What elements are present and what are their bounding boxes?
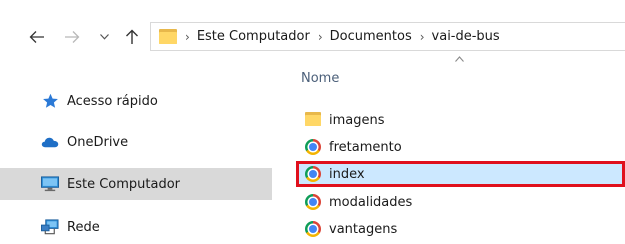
- file-row-imagens[interactable]: imagens: [296, 109, 625, 131]
- folder-icon: [305, 112, 321, 128]
- file-name: fretamento: [329, 139, 402, 155]
- file-name: modalidades: [329, 194, 413, 210]
- sidebar-item-label: Este Computador: [67, 176, 181, 192]
- chevron-down-icon: [99, 34, 109, 40]
- file-row-fretamento[interactable]: fretamento: [296, 136, 625, 158]
- file-row-index[interactable]: index: [296, 161, 625, 187]
- arrow-up-icon: [126, 29, 138, 44]
- address-bar[interactable]: › Este Computador › Documentos › vai-de-…: [150, 22, 625, 51]
- folder-icon: [159, 29, 177, 44]
- breadcrumb-vai-de-bus[interactable]: vai-de-bus: [432, 29, 500, 44]
- chrome-icon: [305, 194, 321, 210]
- arrow-left-icon: [29, 31, 44, 43]
- chrome-icon: [305, 139, 321, 155]
- sidebar-item-label: Rede: [67, 219, 100, 235]
- sort-up-icon: [455, 56, 464, 62]
- cloud-icon: [41, 134, 59, 150]
- arrow-right-icon: [65, 31, 80, 43]
- file-row-modalidades[interactable]: modalidades: [296, 191, 625, 213]
- network-icon: [41, 219, 59, 235]
- sidebar-item-label: Acesso rápido: [67, 93, 158, 109]
- file-name: vantagens: [329, 221, 398, 237]
- forward-button[interactable]: [63, 28, 81, 46]
- breadcrumb-documentos[interactable]: Documentos: [330, 29, 412, 44]
- star-icon: [41, 93, 59, 109]
- file-row-vantagens[interactable]: vantagens: [296, 218, 625, 240]
- chrome-icon: [305, 166, 321, 182]
- chrome-icon: [305, 221, 321, 237]
- breadcrumb-separator: ›: [185, 29, 190, 44]
- sidebar-item-rede[interactable]: Rede: [0, 211, 272, 243]
- sidebar-item-acesso-rapido[interactable]: Acesso rápido: [0, 85, 272, 117]
- sidebar-item-onedrive[interactable]: OneDrive: [0, 126, 272, 158]
- file-name: imagens: [329, 112, 385, 128]
- breadcrumb-separator: ›: [317, 29, 323, 44]
- back-button[interactable]: [28, 28, 46, 46]
- breadcrumb-separator: ›: [419, 29, 425, 44]
- breadcrumb-este-computador[interactable]: Este Computador: [197, 29, 310, 44]
- sidebar-item-label: OneDrive: [67, 134, 129, 150]
- file-name: index: [329, 166, 365, 182]
- sidebar-item-este-computador[interactable]: Este Computador: [0, 168, 272, 200]
- computer-icon: [41, 176, 59, 192]
- recent-locations-button[interactable]: [98, 31, 110, 43]
- up-button[interactable]: [124, 28, 140, 46]
- column-header-name[interactable]: Nome: [301, 71, 339, 86]
